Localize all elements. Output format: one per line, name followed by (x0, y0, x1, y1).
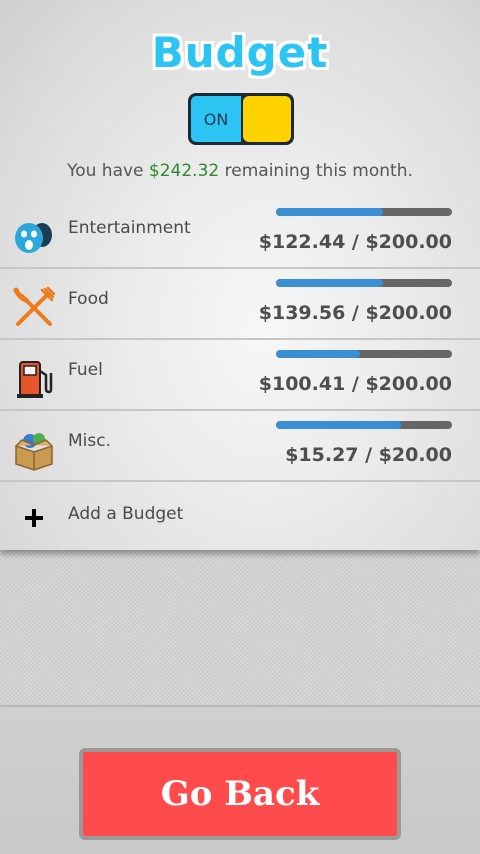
budget-label: Fuel (68, 360, 103, 380)
masks-icon (12, 215, 56, 259)
budget-amount: $139.56 / $200.00 (258, 302, 452, 324)
fuel-pump-icon (12, 357, 56, 401)
remaining-amount: $242.32 (148, 161, 220, 181)
page-title: Budget (151, 28, 329, 77)
plus-icon (22, 506, 46, 530)
budget-amount: $15.27 / $20.00 (285, 444, 452, 466)
fork-knife-icon (12, 286, 56, 330)
toggle-knob (243, 96, 291, 142)
budget-label: Misc. (68, 431, 111, 451)
budget-row-entertainment[interactable]: Entertainment $122.44 / $200.00 (0, 198, 480, 269)
progress-fill (276, 421, 401, 429)
budget-panel: Budget ON You have $242.32 remaining thi… (0, 0, 480, 550)
progress-bar (276, 279, 452, 287)
budget-row-food[interactable]: Food $139.56 / $200.00 (0, 269, 480, 340)
empty-area (0, 550, 480, 705)
budget-toggle[interactable]: ON (188, 93, 294, 145)
progress-bar (276, 421, 452, 429)
budget-label: Entertainment (68, 218, 191, 238)
progress-bar (276, 350, 452, 358)
add-budget-label: Add a Budget (68, 504, 184, 524)
budget-row-fuel[interactable]: Fuel $100.41 / $200.00 (0, 340, 480, 411)
progress-fill (276, 208, 384, 216)
toggle-on-label: ON (191, 96, 241, 142)
progress-bar (276, 208, 452, 216)
budget-label: Food (68, 289, 109, 309)
progress-fill (276, 350, 361, 358)
budget-row-misc[interactable]: Misc. $15.27 / $20.00 (0, 411, 480, 482)
add-budget-row[interactable]: Add a Budget (0, 482, 480, 550)
remaining-summary: You have $242.32 remaining this month. (0, 161, 480, 181)
budget-amount: $122.44 / $200.00 (258, 231, 452, 253)
remaining-prefix: You have (67, 161, 149, 181)
go-back-button[interactable]: Go Back (79, 748, 401, 840)
remaining-suffix: remaining this month. (219, 161, 413, 181)
budget-amount: $100.41 / $200.00 (258, 373, 452, 395)
box-icon (12, 428, 56, 472)
progress-fill (276, 279, 384, 287)
